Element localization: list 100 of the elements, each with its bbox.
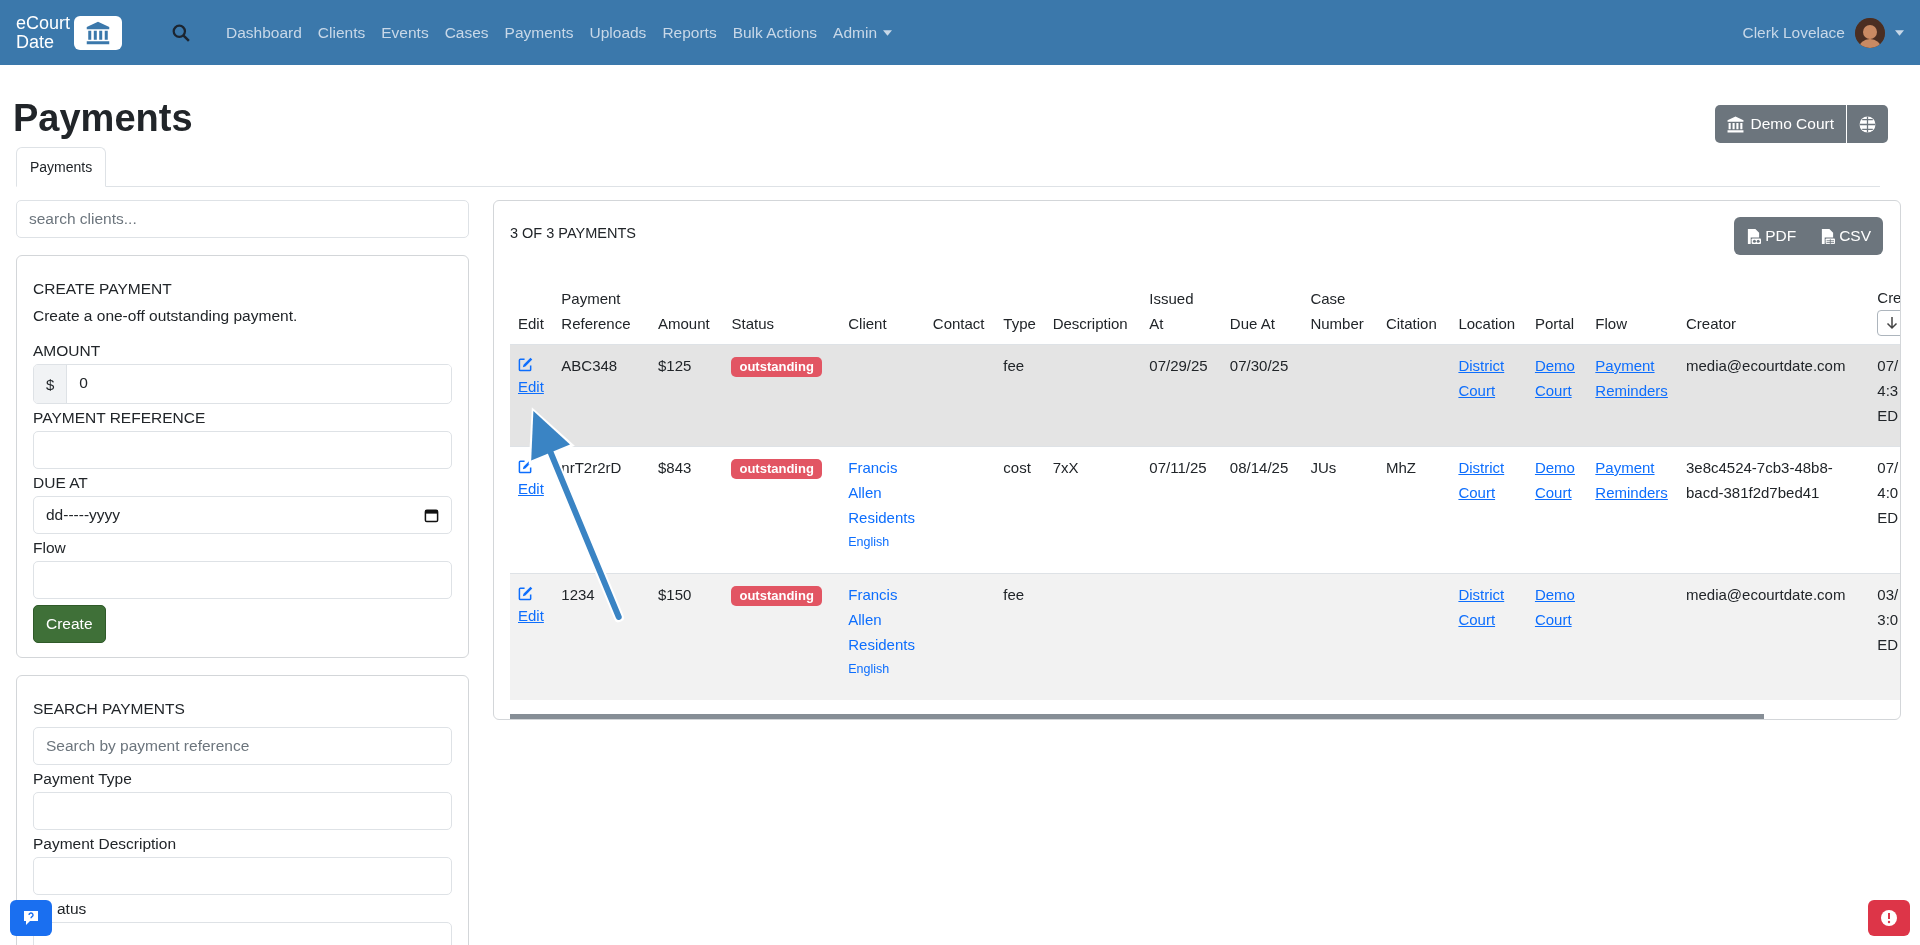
table-cell: fee — [1003, 586, 1025, 603]
edit-icon[interactable] — [518, 586, 533, 601]
column-header[interactable]: Amount — [657, 311, 716, 336]
client-name[interactable]: Francis Allen Residents — [848, 455, 917, 530]
tab[interactable]: Payments — [16, 147, 107, 187]
field-label: atus — [57, 900, 88, 918]
table-cell: 07/11/25 — [1149, 459, 1207, 476]
column-header[interactable]: Description — [1052, 311, 1134, 336]
table-cell: 07/30/25 — [1229, 357, 1289, 374]
flow-link[interactable]: Payment Reminders — [1595, 353, 1670, 403]
column-header[interactable]: Citation — [1385, 311, 1443, 336]
avatar[interactable] — [1855, 17, 1885, 48]
filter-field[interactable] — [33, 792, 452, 830]
portal-link[interactable]: Demo Court — [1534, 582, 1580, 632]
table-cell-text: 07/ — [1877, 458, 1900, 478]
reference-search-field[interactable]: Search by payment reference — [33, 727, 452, 765]
nav-link[interactable]: Cases — [444, 23, 489, 42]
payments-count: 3 OF 3 PAYMENTS — [510, 225, 636, 241]
nav-link[interactable]: Uploads — [589, 23, 647, 42]
nav-link[interactable]: Events — [381, 23, 429, 42]
field-label: Flow — [33, 539, 67, 557]
client-language: English — [848, 534, 891, 551]
client-name[interactable]: Francis Allen Residents — [848, 582, 917, 657]
edit-link[interactable]: Edit — [518, 378, 544, 395]
file-icon — [1820, 227, 1836, 245]
column-header[interactable]: Edit — [518, 311, 546, 336]
edit-link[interactable]: Edit — [518, 607, 544, 624]
edit-link[interactable]: Edit — [518, 480, 544, 497]
filter-field[interactable] — [33, 857, 452, 895]
courthouse-icon — [1727, 115, 1745, 133]
language-button[interactable] — [1847, 105, 1888, 143]
column-header[interactable]: Cre — [1877, 285, 1900, 310]
exclamation-icon — [1879, 908, 1899, 928]
portal-link[interactable]: Demo Court — [1534, 455, 1580, 505]
nav-link[interactable]: Clients — [317, 23, 366, 42]
status-badge: outstanding — [731, 459, 822, 479]
flow-link[interactable]: Payment Reminders — [1595, 455, 1670, 505]
caret-icon[interactable] — [1895, 29, 1904, 36]
nav-link[interactable]: Payments — [504, 23, 574, 42]
nav-link[interactable]: Dashboard — [226, 23, 302, 42]
logo-text[interactable]: eCourt Date — [16, 13, 71, 52]
export-button[interactable]: CSV — [1808, 217, 1883, 255]
column-header[interactable]: Due At — [1229, 311, 1295, 336]
table-cell: JUs — [1310, 459, 1337, 476]
sort-button[interactable] — [1877, 310, 1900, 336]
field-label: AMOUNT — [33, 342, 102, 360]
table-cell: 7xX — [1052, 459, 1079, 476]
user-name[interactable]: Clerk Lovelace — [1742, 23, 1845, 42]
table-cell-text: 03/ — [1877, 585, 1900, 605]
date-field[interactable]: dd-----yyyy — [33, 496, 452, 534]
card-description: Create a one-off outstanding payment. — [33, 307, 299, 325]
table-cell: fee — [1003, 357, 1025, 374]
create-button[interactable]: Create — [33, 605, 106, 643]
portal-button[interactable]: Demo Court — [1715, 105, 1847, 143]
field-label: Payment Description — [33, 835, 177, 853]
edit-icon[interactable] — [518, 357, 533, 372]
status-badge: outstanding — [731, 586, 822, 606]
column-header[interactable]: Status — [731, 311, 833, 336]
file-icon — [1746, 227, 1762, 245]
nav-link[interactable]: Bulk Actions — [732, 23, 818, 42]
export-button[interactable]: PDF — [1734, 217, 1809, 255]
column-header[interactable]: Payment — [561, 286, 642, 311]
column-header[interactable]: Creator — [1685, 311, 1862, 336]
table-cell: 07/29/25 — [1149, 357, 1208, 374]
reference-field[interactable] — [33, 431, 452, 469]
column-header[interactable]: Reference — [561, 311, 642, 336]
courthouse-logo-icon[interactable] — [74, 15, 123, 50]
page-title: Payments — [13, 97, 193, 140]
table-cell-text: 4:0 — [1877, 483, 1900, 503]
table-cell: $843 — [657, 459, 692, 476]
column-header[interactable]: Issued — [1149, 286, 1214, 311]
client-search-field[interactable]: search clients... — [16, 200, 469, 238]
table-cell-text: 3:0 — [1877, 610, 1900, 630]
table-cell: 3e8c4524-7cb3-48b8-bacd-381f2d7bed41 — [1685, 459, 1833, 501]
location-link[interactable]: District Court — [1458, 582, 1519, 632]
column-header[interactable]: Contact — [932, 311, 988, 336]
column-header[interactable]: Case — [1310, 286, 1370, 311]
feedback-button[interactable] — [10, 900, 52, 936]
table-cell: 08/14/25 — [1229, 459, 1289, 476]
column-header[interactable]: Flow — [1595, 311, 1670, 336]
search-icon[interactable] — [172, 23, 191, 42]
column-header[interactable]: Portal — [1534, 311, 1580, 336]
location-link[interactable]: District Court — [1458, 353, 1519, 403]
caret-icon[interactable] — [883, 29, 893, 36]
flow-field[interactable] — [33, 561, 452, 599]
column-header[interactable]: At — [1149, 311, 1214, 336]
table-cell: media@ecourtdate.com — [1685, 357, 1846, 374]
nav-link[interactable]: Admin — [833, 23, 893, 42]
status-badge: outstanding — [731, 357, 822, 377]
calendar-icon[interactable] — [424, 507, 439, 523]
portal-link[interactable]: Demo Court — [1534, 353, 1580, 403]
amount-field[interactable]: $ 0 — [33, 364, 452, 404]
globe-icon — [1859, 115, 1876, 133]
nav-link[interactable]: Reports — [662, 23, 717, 42]
column-header[interactable]: Type — [1003, 311, 1037, 336]
location-link[interactable]: District Court — [1458, 455, 1519, 505]
column-header[interactable]: Number — [1310, 311, 1370, 336]
column-header[interactable]: Location — [1458, 311, 1519, 336]
alert-button[interactable] — [1868, 900, 1910, 936]
column-header[interactable]: Client — [848, 311, 917, 336]
